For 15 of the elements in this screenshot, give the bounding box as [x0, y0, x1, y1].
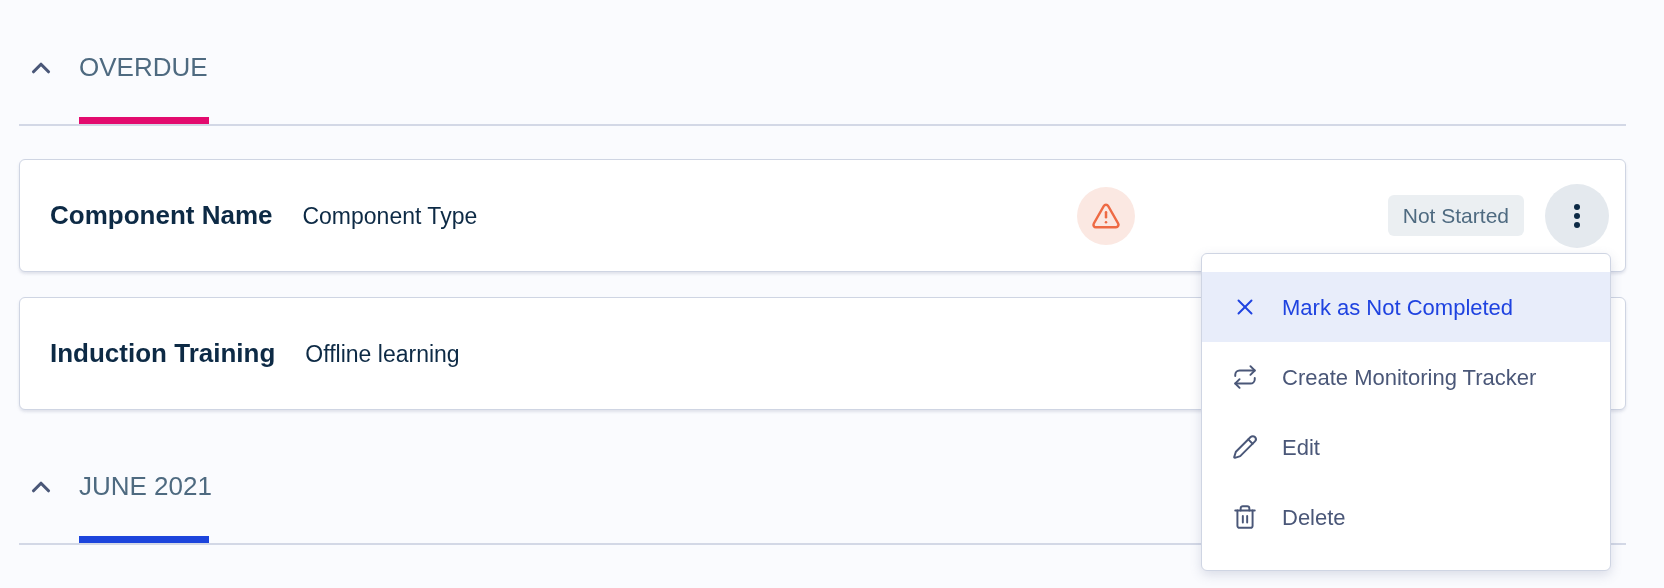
repeat-icon	[1232, 364, 1258, 390]
menu-item[interactable]: Edit	[1202, 412, 1610, 482]
section-title: OVERDUE	[79, 51, 208, 84]
component-type: Offline learning	[305, 340, 460, 369]
menu-item[interactable]: Create Monitoring Tracker	[1202, 342, 1610, 412]
component-name: Component Name	[50, 199, 273, 232]
kebab-icon	[1574, 203, 1580, 228]
trash-icon	[1232, 504, 1258, 530]
status-badge: Not Started	[1387, 194, 1524, 237]
menu-item[interactable]: Delete	[1202, 482, 1610, 552]
pencil-icon	[1232, 434, 1258, 460]
section-title: JUNE 2021	[79, 470, 212, 503]
component-name: Induction Training	[50, 337, 276, 370]
component-type: Component Type	[302, 202, 478, 231]
menu-item[interactable]: Mark as Not Completed	[1202, 272, 1610, 342]
